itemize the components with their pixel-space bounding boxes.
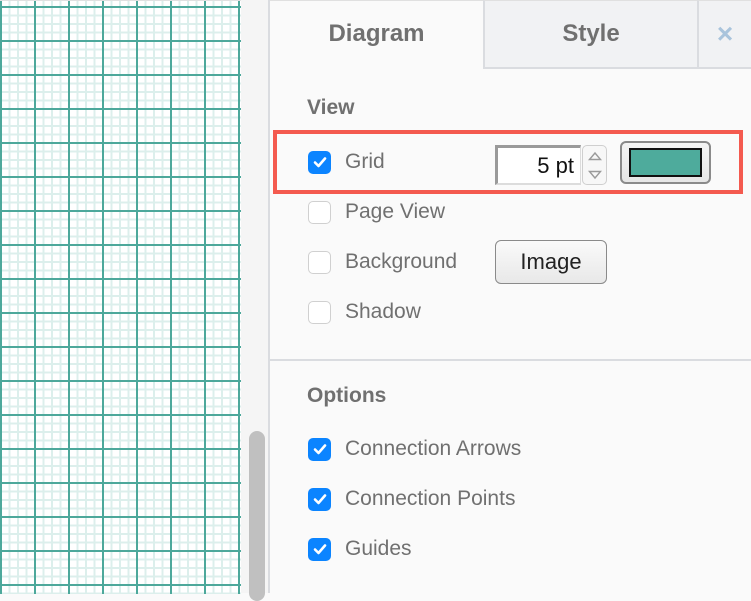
background-checkbox[interactable] (308, 250, 331, 274)
section-divider (270, 359, 751, 361)
guides-checkbox[interactable] (308, 537, 331, 561)
background-image-button[interactable]: Image (495, 240, 607, 284)
triangle-up-icon (587, 151, 602, 160)
connection-arrows-checkbox[interactable] (308, 437, 331, 461)
options-section-title: Options (307, 384, 387, 407)
close-button[interactable]: × (697, 0, 751, 69)
checkmark-icon (313, 494, 326, 505)
page-view-checkbox[interactable] (308, 200, 331, 224)
tab-style[interactable]: Style (483, 0, 697, 69)
close-icon: × (716, 18, 734, 49)
grid-color-button[interactable] (620, 141, 711, 184)
grid-size-stepper[interactable] (582, 145, 607, 185)
guides-option: Guides (308, 536, 412, 562)
grid-option: Grid (308, 149, 385, 175)
connection-arrows-option: Connection Arrows (308, 436, 521, 462)
tab-style-label: Style (562, 20, 620, 47)
connection-points-checkbox[interactable] (308, 487, 331, 511)
panel-tabs: Diagram Style × (270, 0, 751, 69)
vertical-scrollbar-thumb[interactable] (249, 431, 265, 601)
page-view-label: Page View (345, 200, 446, 223)
connection-points-label: Connection Points (345, 487, 516, 510)
page-view-option: Page View (308, 199, 445, 225)
grid-size-input[interactable]: 5 pt (495, 145, 581, 185)
connection-arrows-label: Connection Arrows (345, 437, 522, 460)
stepper-down-button[interactable] (583, 165, 606, 184)
tab-diagram-label: Diagram (328, 20, 425, 47)
format-panel: Diagram Style × View Grid 5 pt Page View… (270, 0, 751, 593)
connection-points-option: Connection Points (308, 486, 515, 512)
tab-diagram[interactable]: Diagram (270, 0, 483, 67)
background-label: Background (345, 250, 458, 273)
grid-label: Grid (345, 150, 385, 173)
shadow-option: Shadow (308, 299, 421, 325)
stepper-up-button[interactable] (583, 146, 606, 165)
grid-color-swatch (629, 148, 702, 177)
diagram-canvas[interactable] (0, 0, 241, 594)
triangle-down-icon (587, 170, 602, 179)
grid-checkbox[interactable] (308, 150, 331, 174)
checkmark-icon (313, 444, 326, 455)
background-option: Background (308, 249, 457, 275)
checkmark-icon (313, 157, 326, 168)
checkmark-icon (313, 544, 326, 555)
view-section-title: View (307, 96, 355, 119)
guides-label: Guides (345, 537, 412, 560)
shadow-checkbox[interactable] (308, 300, 331, 324)
shadow-label: Shadow (345, 300, 421, 323)
